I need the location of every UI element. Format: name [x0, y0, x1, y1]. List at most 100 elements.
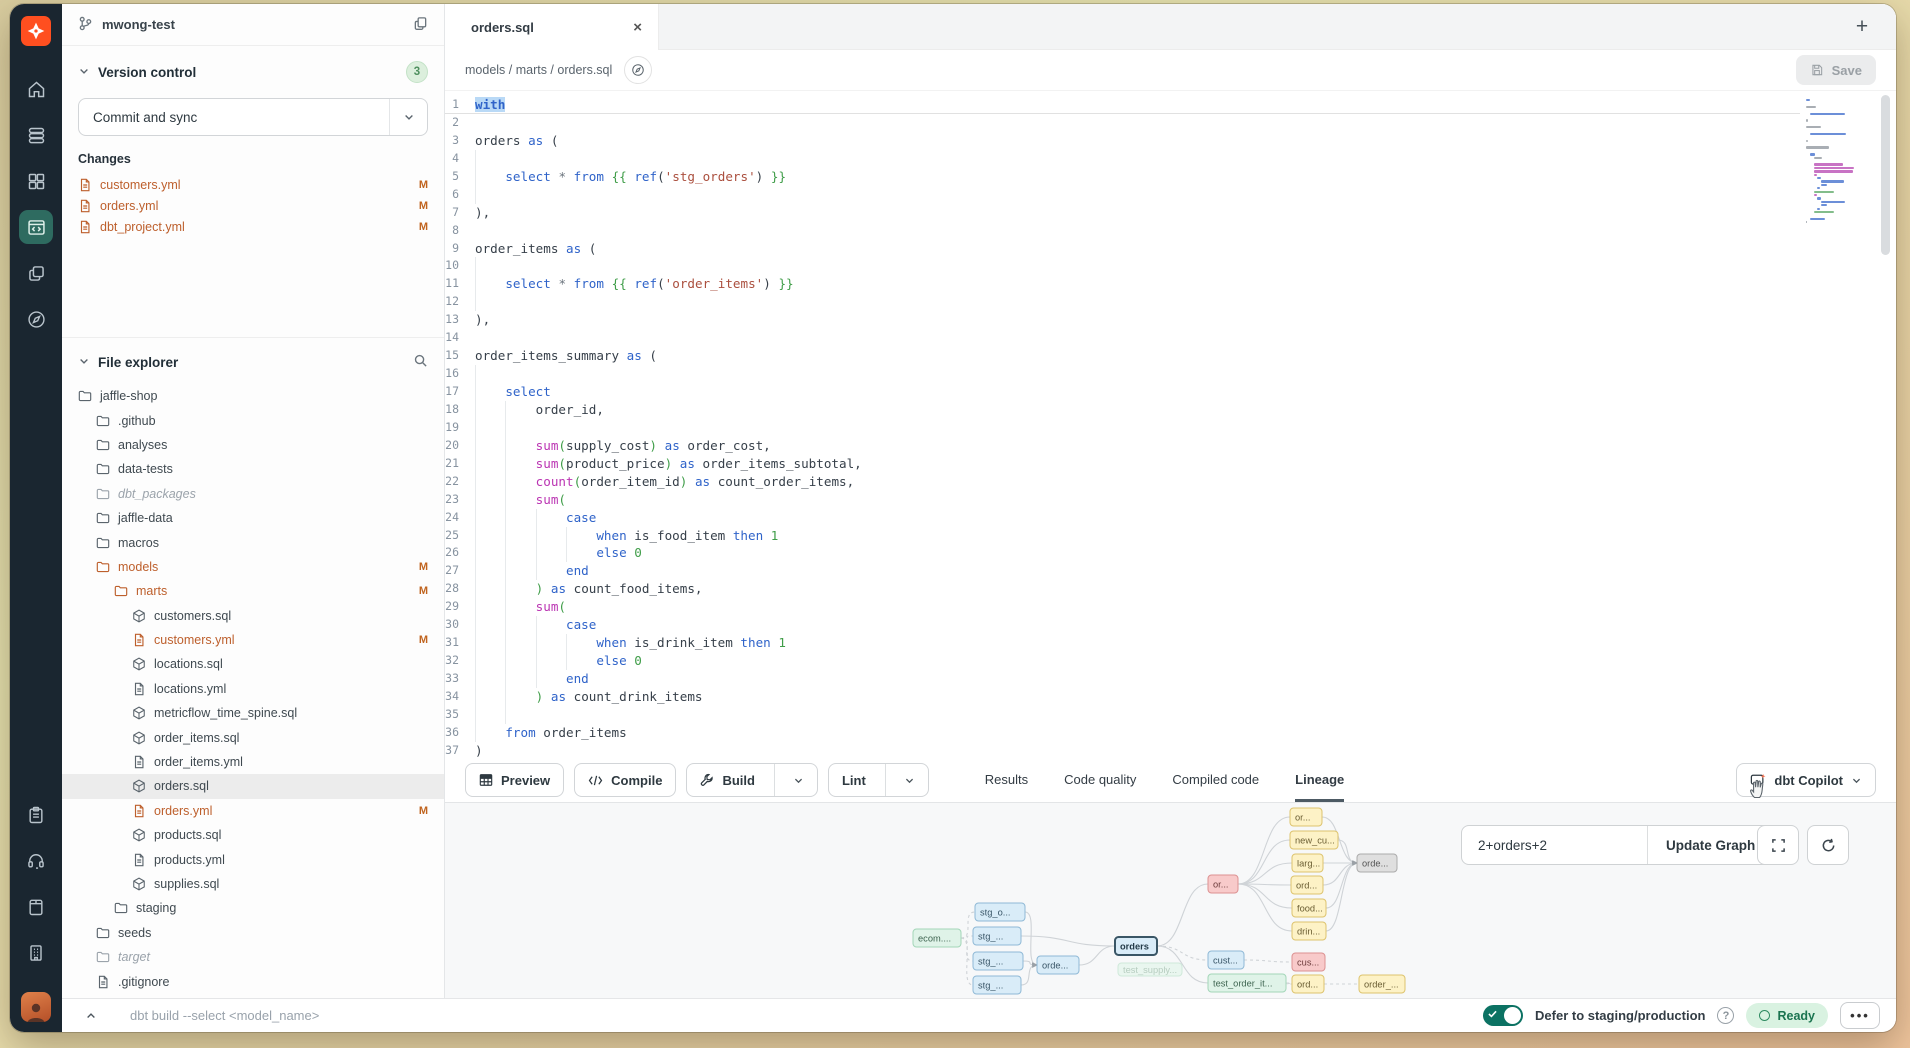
changed-file-customers.yml[interactable]: customers.ymlM	[78, 174, 428, 195]
commit-options-chevron[interactable]	[389, 99, 427, 135]
build-options-chevron[interactable]	[783, 775, 804, 786]
lineage-selector-input[interactable]: 2+orders+2	[1462, 826, 1648, 864]
lineage-node-or[interactable]: or...	[1290, 808, 1322, 826]
file-tree-item-macros[interactable]: macros	[62, 530, 444, 554]
lineage-node-ecom[interactable]: ecom....	[913, 929, 961, 947]
headset-support-icon[interactable]	[18, 844, 54, 878]
commit-and-sync-button[interactable]: Commit and sync	[78, 98, 428, 136]
grid-apps-icon[interactable]	[18, 164, 54, 198]
file-tree-item-.github[interactable]: .github	[62, 408, 444, 432]
fullscreen-button[interactable]	[1757, 825, 1799, 865]
lineage-node-food[interactable]: food...	[1292, 899, 1326, 917]
lineage-node-or[interactable]: or...	[1208, 875, 1238, 893]
lineage-node-new_cu[interactable]: new_cu...	[1290, 831, 1338, 849]
expand-command-bar-chevron[interactable]	[78, 1010, 104, 1022]
lineage-node-stg_[interactable]: stg_...	[973, 927, 1021, 945]
update-graph-button[interactable]: Update Graph	[1648, 826, 1773, 864]
lineage-node-stg_o[interactable]: stg_o...	[975, 903, 1025, 921]
lineage-node-order_[interactable]: order_...	[1359, 975, 1405, 993]
lineage-node-orde[interactable]: orde...	[1037, 956, 1079, 974]
file-tree-item-target[interactable]: target	[62, 945, 444, 969]
compile-button[interactable]: Compile	[574, 763, 676, 797]
clipboard-icon[interactable]	[18, 798, 54, 832]
file-explorer-header[interactable]: File explorer	[62, 348, 444, 376]
minimap[interactable]	[1806, 99, 1870, 224]
more-options-button[interactable]: •••	[1840, 1002, 1880, 1029]
file-tree-item-order_items.yml[interactable]: order_items.yml	[62, 750, 444, 774]
file-tree-item-products.sql[interactable]: products.sql	[62, 823, 444, 847]
file-tree-item-analyses[interactable]: analyses	[62, 433, 444, 457]
lineage-node-orders[interactable]: orders	[1115, 937, 1157, 955]
help-icon[interactable]: ?	[1717, 1007, 1734, 1024]
open-in-explorer-icon[interactable]	[624, 56, 652, 84]
develop-code-icon[interactable]	[19, 210, 53, 244]
dbt-logo[interactable]	[21, 16, 51, 46]
lineage-node-larg[interactable]: larg...	[1292, 854, 1323, 872]
tab-results[interactable]: Results	[985, 758, 1028, 802]
deploy-stack-icon[interactable]	[18, 118, 54, 152]
changed-file-orders.yml[interactable]: orders.ymlM	[78, 195, 428, 216]
lineage-node-drin[interactable]: drin...	[1292, 922, 1326, 940]
copy-icon[interactable]	[413, 16, 428, 34]
tab-lineage[interactable]: Lineage	[1295, 758, 1344, 802]
file-tree-item-locations.yml[interactable]: locations.yml	[62, 677, 444, 701]
scrollbar-thumb[interactable]	[1881, 95, 1890, 255]
home-icon[interactable]	[18, 72, 54, 106]
file-tree-item-metricflow_time_spine.sql[interactable]: metricflow_time_spine.sql	[62, 701, 444, 725]
refresh-button[interactable]	[1807, 825, 1849, 865]
explore-compass-icon[interactable]	[18, 302, 54, 336]
command-input[interactable]: dbt build --select <model_name>	[130, 1008, 319, 1023]
file-tree-item-orders.yml[interactable]: orders.ymlM	[62, 799, 444, 823]
file-tree-item-jaffle-shop[interactable]: jaffle-shop	[62, 384, 444, 408]
close-icon[interactable]: ×	[633, 20, 642, 35]
lineage-node-test_supply[interactable]: test_supply...	[1118, 963, 1182, 976]
search-icon[interactable]	[413, 353, 428, 371]
tab-orders-sql[interactable]: orders.sql ×	[445, 4, 659, 50]
code-line-36: 36 from order_items	[445, 724, 1800, 742]
file-tree-item-data-tests[interactable]: data-tests	[62, 457, 444, 481]
build-button[interactable]: Build	[686, 763, 818, 797]
lineage-panel[interactable]: ecom....stg_o...stg_...stg_...stg_...ord…	[445, 802, 1896, 998]
code-line-12: 12	[445, 293, 1800, 311]
file-tree-item-locations.sql[interactable]: locations.sql	[62, 652, 444, 676]
lineage-node-cust[interactable]: cust...	[1208, 951, 1244, 969]
lineage-node-orde[interactable]: orde...	[1357, 854, 1397, 872]
lineage-node-ord[interactable]: ord...	[1291, 876, 1323, 894]
file-tree-item-jaffle-data[interactable]: jaffle-data	[62, 506, 444, 530]
file-tree-item-marts[interactable]: martsM	[62, 579, 444, 603]
file-tree-item-order_items.sql[interactable]: order_items.sql	[62, 725, 444, 749]
lineage-node-cus[interactable]: cus...	[1292, 953, 1325, 971]
preview-button[interactable]: Preview	[465, 763, 564, 797]
lineage-node-ord[interactable]: ord...	[1292, 975, 1324, 993]
file-tree-item-customers.yml[interactable]: customers.ymlM	[62, 628, 444, 652]
tab-code-quality[interactable]: Code quality	[1064, 758, 1136, 802]
lint-options-chevron[interactable]	[894, 775, 915, 786]
editor-scrollbar[interactable]	[1881, 95, 1890, 752]
file-tree-item-staging[interactable]: staging	[62, 896, 444, 920]
file-tree-item-products.yml[interactable]: products.yml	[62, 847, 444, 871]
file-tree-item-models[interactable]: modelsM	[62, 555, 444, 579]
version-control-header[interactable]: Version control 3	[78, 58, 428, 86]
user-avatar[interactable]	[21, 992, 51, 1022]
lineage-node-test_order_it[interactable]: test_order_it...	[1208, 974, 1286, 992]
save-button[interactable]: Save	[1796, 55, 1876, 85]
changed-file-dbt_project.yml[interactable]: dbt_project.ymlM	[78, 216, 428, 237]
organization-building-icon[interactable]	[18, 936, 54, 970]
project-row[interactable]: mwong-test	[62, 4, 444, 46]
lineage-node-stg_[interactable]: stg_...	[973, 952, 1023, 970]
file-tree-item-dbt_packages[interactable]: dbt_packages	[62, 482, 444, 506]
orchestration-windows-icon[interactable]	[18, 256, 54, 290]
defer-toggle[interactable]	[1483, 1005, 1523, 1026]
code-editor[interactable]: 1with23orders as (45 select * from {{ re…	[445, 90, 1896, 758]
file-tree-item-supplies.sql[interactable]: supplies.sql	[62, 872, 444, 896]
file-tree-item-orders.sql[interactable]: orders.sql	[62, 774, 444, 798]
new-tab-button[interactable]: +	[1848, 13, 1876, 41]
file-tree-item-.gitignore[interactable]: .gitignore	[62, 969, 444, 993]
lineage-node-stg_[interactable]: stg_...	[973, 976, 1021, 994]
file-tree-item-customers.sql[interactable]: customers.sql	[62, 604, 444, 628]
dbt-copilot-button[interactable]: dbt Copilot	[1736, 763, 1876, 797]
lint-button[interactable]: Lint	[828, 763, 929, 797]
file-tree-item-seeds[interactable]: seeds	[62, 921, 444, 945]
notebook-docs-icon[interactable]	[18, 890, 54, 924]
tab-compiled-code[interactable]: Compiled code	[1172, 758, 1259, 802]
